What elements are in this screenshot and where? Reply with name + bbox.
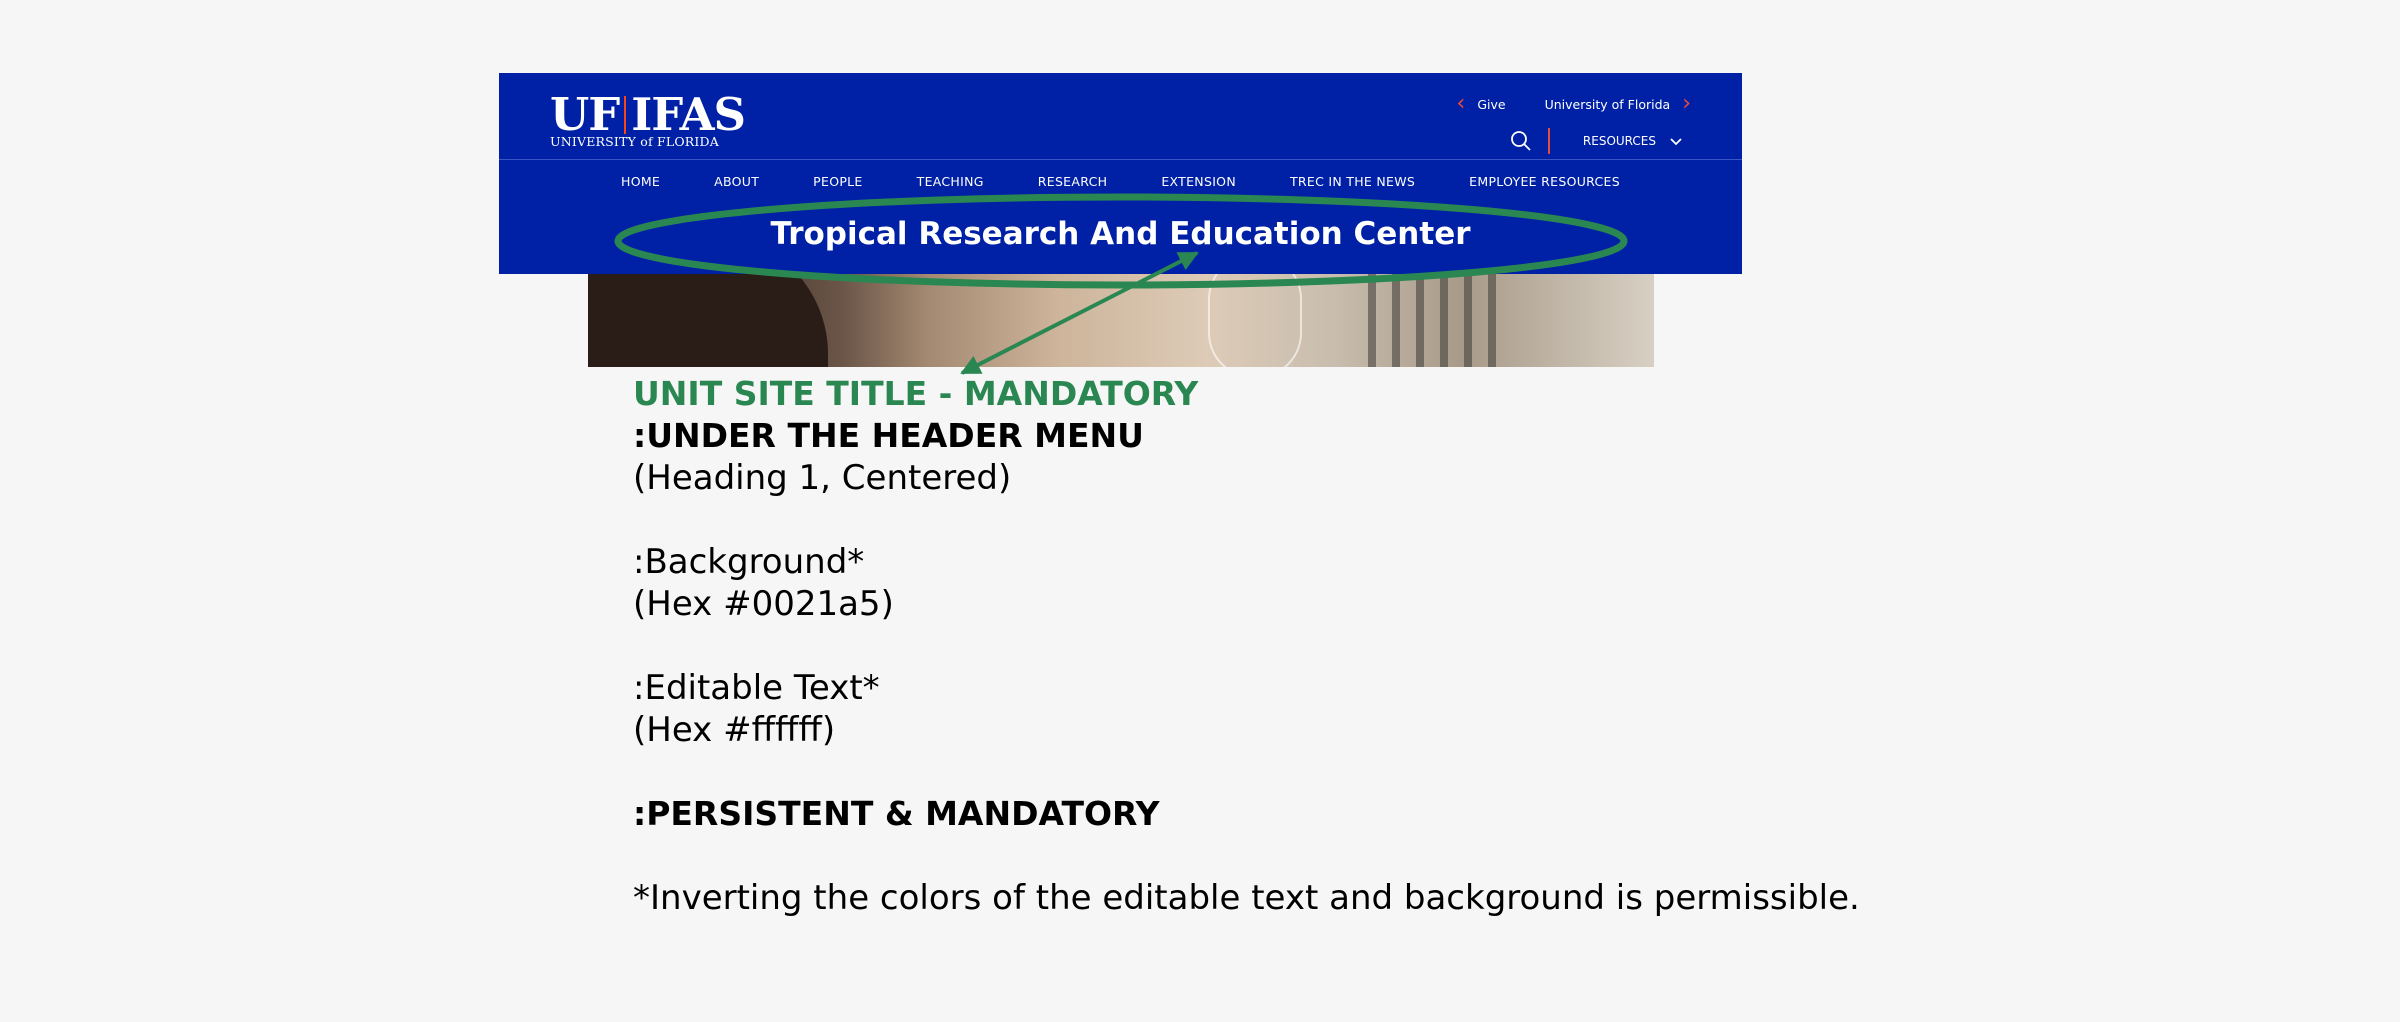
annotation-persistent: :PERSISTENT & MANDATORY: [633, 794, 1160, 833]
logo-subtitle: UNIVERSITY of FLORIDA: [550, 134, 719, 149]
annotation-footnote: *Inverting the colors of the editable te…: [633, 878, 1860, 918]
header-tools: RESOURCES: [1510, 126, 1682, 156]
unit-site-title: Tropical Research And Education Center: [770, 216, 1471, 252]
annotation-text-label: :Editable Text*: [633, 668, 880, 708]
logo-divider: [624, 96, 627, 134]
nav-item-teaching[interactable]: TEACHING: [917, 174, 984, 189]
hero-person-shape: [588, 274, 828, 367]
annotation-format-note: (Heading 1, Centered): [633, 458, 1012, 498]
annotation-text-hex: (Hex #ffffff): [633, 710, 836, 750]
chevron-down-icon[interactable]: [1670, 132, 1682, 150]
nav-item-about[interactable]: ABOUT: [714, 174, 759, 189]
hero-equipment-shape: [1368, 274, 1508, 367]
utility-links: ‹ Give University of Florida ›: [1457, 93, 1691, 115]
nav-item-trec-in-the-news[interactable]: TREC IN THE NEWS: [1290, 174, 1415, 189]
site-header: UF IFAS UNIVERSITY of FLORIDA ‹ Give Univ…: [499, 73, 1742, 274]
nav-item-research[interactable]: RESEARCH: [1038, 174, 1108, 189]
give-link[interactable]: Give: [1477, 97, 1505, 112]
main-nav: HOME ABOUT PEOPLE TEACHING RESEARCH EXTE…: [499, 174, 1742, 189]
uf-ifas-logo[interactable]: UF IFAS UNIVERSITY of FLORIDA: [550, 89, 746, 149]
university-of-florida-link[interactable]: University of Florida: [1545, 97, 1671, 112]
annotation-bg-hex: (Hex #0021a5): [633, 584, 894, 624]
annotation-subtitle: :UNDER THE HEADER MENU: [633, 416, 1144, 455]
nav-divider: [499, 159, 1742, 160]
nav-item-employee-resources[interactable]: EMPLOYEE RESOURCES: [1469, 174, 1620, 189]
resources-menu[interactable]: RESOURCES: [1583, 134, 1656, 148]
nav-item-extension[interactable]: EXTENSION: [1161, 174, 1236, 189]
hero-image: [588, 274, 1654, 367]
hero-glassware-shape: [1208, 274, 1302, 367]
nav-item-home[interactable]: HOME: [621, 174, 660, 189]
tools-divider: [1547, 128, 1550, 154]
annotation-title: UNIT SITE TITLE - MANDATORY: [633, 374, 1199, 413]
nav-item-people[interactable]: PEOPLE: [813, 174, 862, 189]
annotation-bg-label: :Background*: [633, 542, 865, 582]
chevron-left-icon: ‹: [1456, 91, 1466, 116]
chevron-right-icon: ›: [1682, 91, 1691, 116]
annotation-text: UNIT SITE TITLE - MANDATORY :UNDER THE H…: [633, 373, 1860, 919]
search-icon[interactable]: [1510, 130, 1532, 152]
